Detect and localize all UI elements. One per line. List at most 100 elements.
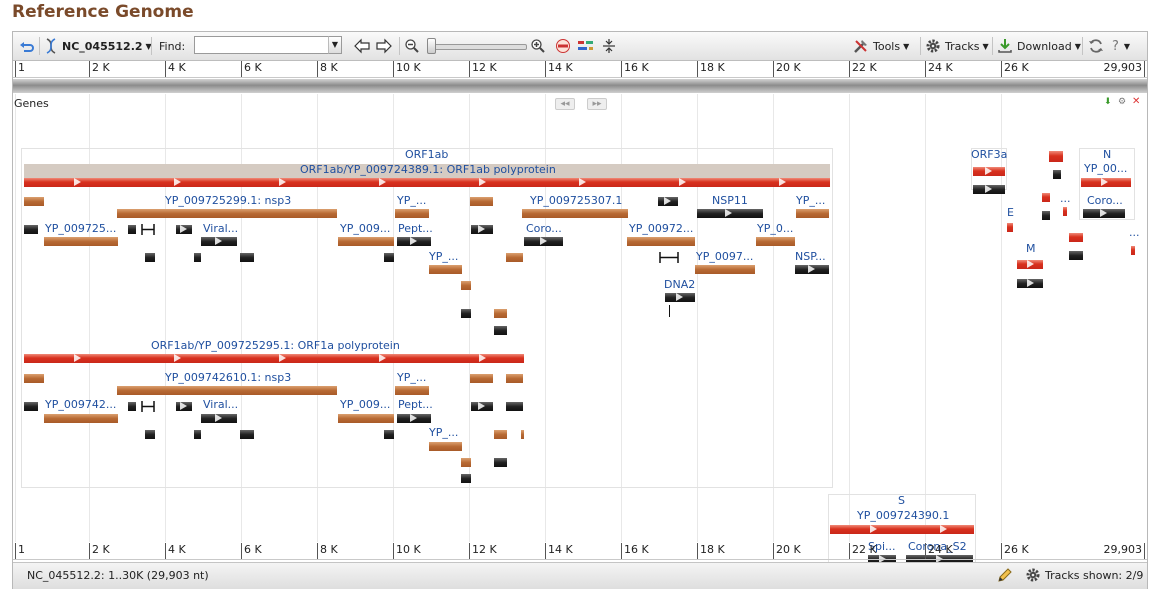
feature-label-nsp11[interactable]: NSP11 (712, 195, 748, 207)
track-close-icon[interactable]: ✕ (1132, 96, 1140, 107)
orf1ab-subfeature[interactable] (194, 253, 201, 262)
orf1a-subfeature[interactable] (384, 430, 394, 439)
track-settings-icon[interactable]: ⚙ (1118, 97, 1126, 107)
feature-label[interactable]: Pept... (398, 223, 433, 235)
zoom-slider-handle[interactable] (427, 38, 436, 54)
orf1a-subfeature[interactable] (494, 458, 507, 467)
feature-label[interactable]: YP_009724390.1 (857, 510, 949, 522)
orf1a-subfeature[interactable] (494, 430, 507, 439)
orf1a-subfeature[interactable] (506, 374, 523, 383)
dna2-feature[interactable] (665, 293, 695, 302)
feature-label[interactable]: YP_009... (340, 223, 390, 235)
orf1a-subfeature[interactable] (24, 402, 38, 411)
orf1a-subfeature[interactable] (429, 442, 462, 451)
orf1ab-subfeature[interactable] (494, 326, 507, 335)
feature-label[interactable]: ... (1060, 193, 1071, 205)
orf1ab-subfeature[interactable] (522, 209, 628, 218)
orf1ab-subfeature[interactable] (176, 225, 192, 234)
feature-label-n[interactable]: N (1103, 149, 1111, 161)
coro-feature[interactable] (524, 237, 563, 246)
feature-label[interactable]: ... (1129, 227, 1140, 239)
feature-label[interactable]: YP_... (397, 195, 426, 207)
feature-label[interactable]: Coro... (526, 223, 562, 235)
feature-label-nsp3[interactable]: YP_009725299.1: nsp3 (165, 195, 291, 207)
orf1ab-subfeature[interactable] (471, 225, 493, 234)
feature-label[interactable]: YP_0... (757, 223, 793, 235)
orf1ab-subfeature[interactable] (756, 237, 795, 246)
bottom-ruler[interactable]: 12 K4 K6 K8 K 10 K 12 K 14 K 16 K 18 K 20 K 22 … (13, 543, 1147, 560)
orf1ab-subfeature[interactable] (24, 225, 38, 234)
find-dropdown-button[interactable]: ▼ (328, 36, 342, 54)
feature-label[interactable]: YP_009725307.1 (530, 195, 622, 207)
orf3a-subfeature[interactable] (973, 185, 1005, 194)
feature-label[interactable]: NSP... (795, 251, 826, 263)
zoom-slider-track[interactable] (431, 44, 527, 50)
orf-subfeature[interactable] (1069, 251, 1083, 260)
tools-menu[interactable]: Tools ▼ (853, 32, 909, 60)
orf1ab-subfeature[interactable] (24, 197, 44, 206)
orf1ab-subfeature[interactable] (658, 197, 678, 206)
overview-ruler[interactable]: 12 K4 K6 K8 K 10 K 12 K 14 K 16 K 18 K 20 K 22 … (13, 61, 1147, 78)
orf1a-subfeature[interactable] (461, 458, 471, 467)
orf-subfeature[interactable] (1053, 170, 1061, 179)
s-protein-feature[interactable] (830, 525, 974, 534)
feature-label-s[interactable]: S (898, 495, 905, 507)
orf1ab-subfeature[interactable] (44, 237, 118, 246)
feature-label-orf1a-polyprotein[interactable]: ORF1ab/YP_009725295.1: ORF1a polyprotein (151, 340, 400, 352)
feature-label[interactable]: YP_... (429, 427, 458, 439)
highlight-button[interactable] (577, 32, 595, 60)
orf-feature[interactable] (1131, 246, 1135, 255)
feature-label[interactable]: Coro... (1087, 195, 1123, 207)
orf1ab-subfeature[interactable] (395, 209, 429, 218)
pan-right-button[interactable] (375, 32, 393, 60)
orf1ab-subfeature[interactable] (338, 237, 394, 246)
feature-label[interactable]: YP_009725... (45, 223, 116, 235)
feature-label[interactable]: YP_... (796, 195, 825, 207)
download-menu[interactable]: Download ▼ (997, 32, 1081, 60)
orf-feature[interactable] (1063, 207, 1067, 216)
feature-label[interactable]: YP_... (429, 251, 458, 263)
feature-label-dna2[interactable]: DNA2 (664, 279, 695, 291)
feature-label-orf1ab[interactable]: ORF1ab (405, 149, 448, 161)
feature-label[interactable]: YP_00972... (629, 223, 693, 235)
orf1a-subfeature[interactable] (470, 374, 493, 383)
orf1ab-subfeature[interactable] (240, 253, 254, 262)
feature-label-m[interactable]: M (1026, 243, 1036, 255)
nsp11-feature[interactable] (697, 209, 763, 218)
nsp-feature[interactable] (795, 265, 829, 274)
viral-feature[interactable] (201, 237, 237, 246)
feature-label-nsp3[interactable]: YP_009742610.1: nsp3 (165, 372, 291, 384)
feature-label[interactable]: YP_009... (340, 399, 390, 411)
feature-label[interactable]: Pept... (398, 399, 433, 411)
orf3a-feature[interactable] (973, 167, 1005, 176)
orf1a-subfeature[interactable] (145, 430, 155, 439)
orf1a-subfeature[interactable] (240, 430, 254, 439)
orf1ab-subfeature[interactable] (145, 253, 155, 262)
scroll-left-button[interactable]: ◂◂ (555, 98, 575, 110)
tracks-menu[interactable]: Tracks ▼ (925, 32, 989, 60)
feature-label-e[interactable]: E (1007, 207, 1014, 219)
viral-feature[interactable] (201, 414, 237, 423)
orf-feature[interactable] (1049, 151, 1063, 162)
nsp3-feature[interactable] (117, 386, 337, 395)
e-protein-feature[interactable] (1007, 223, 1013, 232)
m-protein-feature[interactable] (1017, 260, 1043, 269)
feature-label[interactable]: Viral... (203, 399, 238, 411)
feature-label[interactable]: Viral... (203, 223, 238, 235)
orf-subfeature[interactable] (1042, 211, 1050, 220)
track-download-icon[interactable]: ⬇ (1104, 97, 1112, 107)
zoom-in-button[interactable] (530, 32, 546, 60)
orf1ab-subfeature[interactable] (429, 265, 462, 274)
orf-feature[interactable] (1069, 233, 1083, 242)
orf1a-subfeature[interactable] (338, 414, 394, 423)
orf1a-subfeature[interactable] (24, 374, 44, 383)
orf1ab-subfeature[interactable] (461, 309, 471, 318)
back-button[interactable] (19, 32, 35, 60)
orf1a-subfeature[interactable] (521, 430, 524, 439)
m-subfeature[interactable] (1017, 279, 1043, 288)
track-area[interactable]: Genes ◂◂ ▸▸ ⬇ ⚙ ✕ ORF1ab ORF1ab/YP_00972… (13, 94, 1147, 574)
orf1ab-subfeature[interactable] (494, 309, 507, 318)
refseq-selector[interactable]: NC_045512.2 ▼ (44, 32, 152, 60)
feature-label[interactable]: YP_... (397, 372, 426, 384)
orf1a-subfeature[interactable] (44, 414, 118, 423)
